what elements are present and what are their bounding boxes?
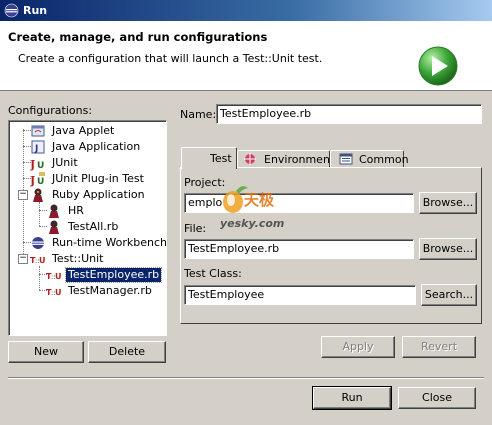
test-class-label: Test Class: (184, 267, 242, 280)
file-label: File: (184, 222, 207, 235)
tab-common[interactable]: Common (330, 150, 409, 168)
apply-button[interactable]: Apply (321, 336, 395, 358)
workbench-icon (32, 237, 44, 249)
environment-icon (244, 153, 256, 165)
common-icon (339, 153, 353, 165)
svg-text:J: J (30, 174, 35, 187)
footer-divider (8, 377, 484, 379)
revert-button[interactable]: Revert (402, 336, 476, 358)
svg-text:J: J (34, 144, 38, 154)
configurations-label: Configurations: (8, 104, 93, 117)
svg-text:U: U (37, 177, 44, 187)
run-banner-icon (418, 46, 458, 86)
svg-text:J: J (30, 158, 35, 171)
eclipse-icon (4, 3, 19, 18)
new-button[interactable]: New (8, 341, 84, 363)
close-button[interactable]: Close (398, 387, 476, 409)
configurations-tree[interactable]: − − Java Applet J Java Application J U J… (8, 120, 167, 336)
java-applet-icon (31, 125, 45, 137)
collapse-ruby-toggle[interactable]: − (18, 190, 28, 200)
header-title: Create, manage, and run configurations (8, 30, 268, 44)
test-unit-icon: T :: U (30, 256, 46, 265)
java-application-icon: J (31, 140, 45, 154)
delete-button[interactable]: Delete (88, 341, 166, 363)
test-class-field[interactable]: TestEmployee (184, 285, 416, 305)
svg-text:U: U (37, 161, 44, 171)
browse-file-button[interactable]: Browse... (419, 238, 477, 260)
watermark-site: yesky.com (220, 217, 285, 230)
test-unit-config-icon: T :: U (46, 288, 62, 297)
svg-text:U: U (39, 256, 46, 265)
name-field[interactable]: TestEmployee.rb (216, 104, 482, 124)
title-bar[interactable]: Run (0, 0, 492, 21)
junit-plugin-icon: J U (30, 172, 45, 187)
browse-project-button[interactable]: Browse... (419, 192, 477, 214)
svg-text:U: U (55, 288, 62, 297)
name-label: Name: (180, 108, 217, 121)
ruby-icon (33, 188, 43, 202)
watermark-brand: 天极 (244, 191, 275, 209)
header-subtitle: Create a configuration that will launch … (18, 52, 323, 65)
ruby-config-icon (49, 220, 59, 234)
yesky-watermark: 天极 yesky.com (208, 181, 298, 241)
ruby-config-icon (49, 204, 59, 218)
tab-test[interactable]: Test (181, 147, 237, 169)
run-button[interactable]: Run (312, 386, 392, 410)
window-title: Run (23, 4, 48, 17)
search-button[interactable]: Search... (421, 284, 477, 306)
test-unit-config-icon: T :: U (46, 272, 62, 281)
dialog-header: Create, manage, and run configurations C… (0, 21, 492, 91)
file-field[interactable]: TestEmployee.rb (184, 239, 414, 259)
junit-icon: J U (30, 158, 44, 171)
tab-environment[interactable]: Environment (237, 150, 334, 168)
svg-text:U: U (55, 272, 62, 281)
collapse-testunit-toggle[interactable]: − (18, 254, 28, 264)
